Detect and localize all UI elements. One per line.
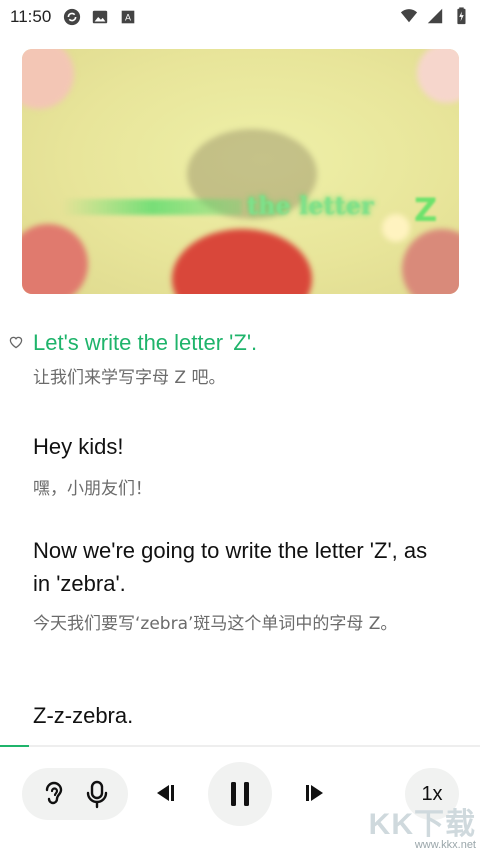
transcript-line[interactable]: Z-z-zebra. [33,699,443,732]
transcript-line-chinese: 嘿，小朋友们！ [33,479,152,499]
transcript-line-english: Let's write the letter 'Z'. [33,330,258,355]
signal-icon [427,8,443,24]
transcript-line-chinese: 今天我们要写‘zebra’斑马这个单词中的字母 Z。 [33,614,398,634]
previous-icon [157,785,174,801]
svg-text:A: A [125,13,131,23]
pause-icon [231,782,249,806]
listen-button[interactable] [41,779,67,809]
record-button[interactable] [84,779,110,809]
transcript-line[interactable]: Let's write the letter 'Z'. 让我们来学写字母 Z 吧… [33,326,443,393]
text-a-icon: A [121,10,135,24]
watermark: KK下载 www.kkx.net [369,799,476,851]
playback-progress[interactable] [0,745,480,747]
previous-button[interactable] [150,778,180,808]
video-overlay-letter: Z [414,191,438,229]
transcript-line-chinese: 让我们来学写字母 Z 吧。 [33,368,226,388]
status-time: 11:50 [10,7,52,26]
status-icons-right [400,7,470,25]
practice-pill [22,768,128,820]
transcript-line[interactable]: Hey kids! 嘿，小朋友们！ [33,430,443,504]
battery-charging-icon [457,7,466,25]
watermark-logo: KK下载 [368,808,476,841]
heart-outline-icon[interactable] [8,334,24,350]
transcript-line-english: Now we're going to write the letter 'Z',… [33,538,428,596]
sync-icon [64,8,81,26]
video-blur-streak [62,199,242,215]
transcript-line[interactable]: Now we're going to write the letter 'Z',… [33,534,443,639]
ear-icon [45,781,62,805]
microphone-icon [86,780,107,809]
video-overlay-text: the letter [247,191,374,220]
next-button[interactable] [300,778,330,808]
transcript-line-english: Hey kids! [33,434,124,459]
image-icon [93,10,108,24]
status-icons-left: A [63,8,137,26]
next-icon [306,785,323,801]
pause-button[interactable] [208,762,272,826]
transcript-line-english: Z-z-zebra. [33,703,134,728]
wifi-icon [400,9,418,23]
video-player[interactable]: the letter Z [22,49,459,294]
status-bar: 11:50 A [0,0,480,34]
playback-controls: 1x KK下载 www.kkx.net [0,748,480,853]
playback-progress-fill [0,745,29,747]
